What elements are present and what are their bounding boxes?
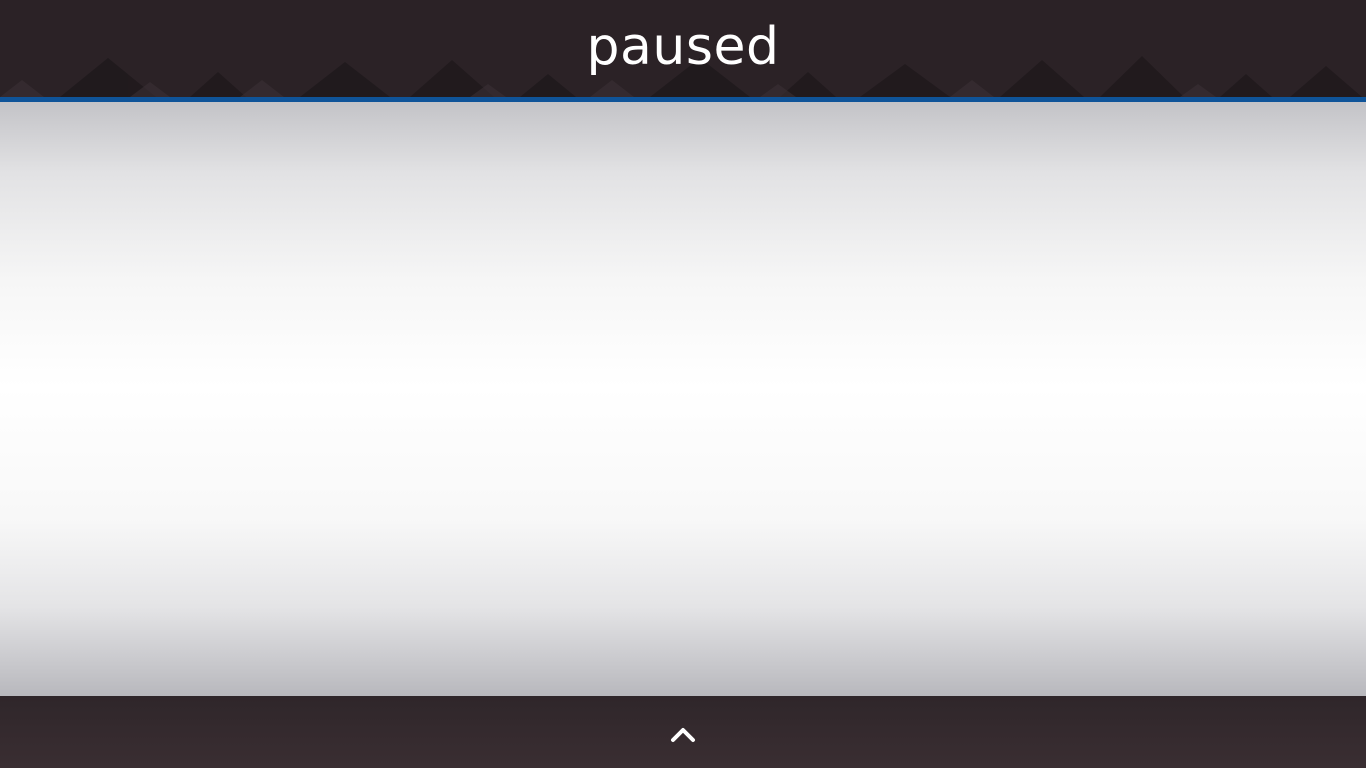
- main-content-area: [0, 102, 1366, 696]
- page-title: paused: [586, 17, 780, 77]
- chevron-up-icon: [671, 728, 695, 742]
- header-bar: paused: [0, 0, 1366, 97]
- expand-panel-button[interactable]: [663, 716, 703, 752]
- app-window: paused: [0, 0, 1366, 768]
